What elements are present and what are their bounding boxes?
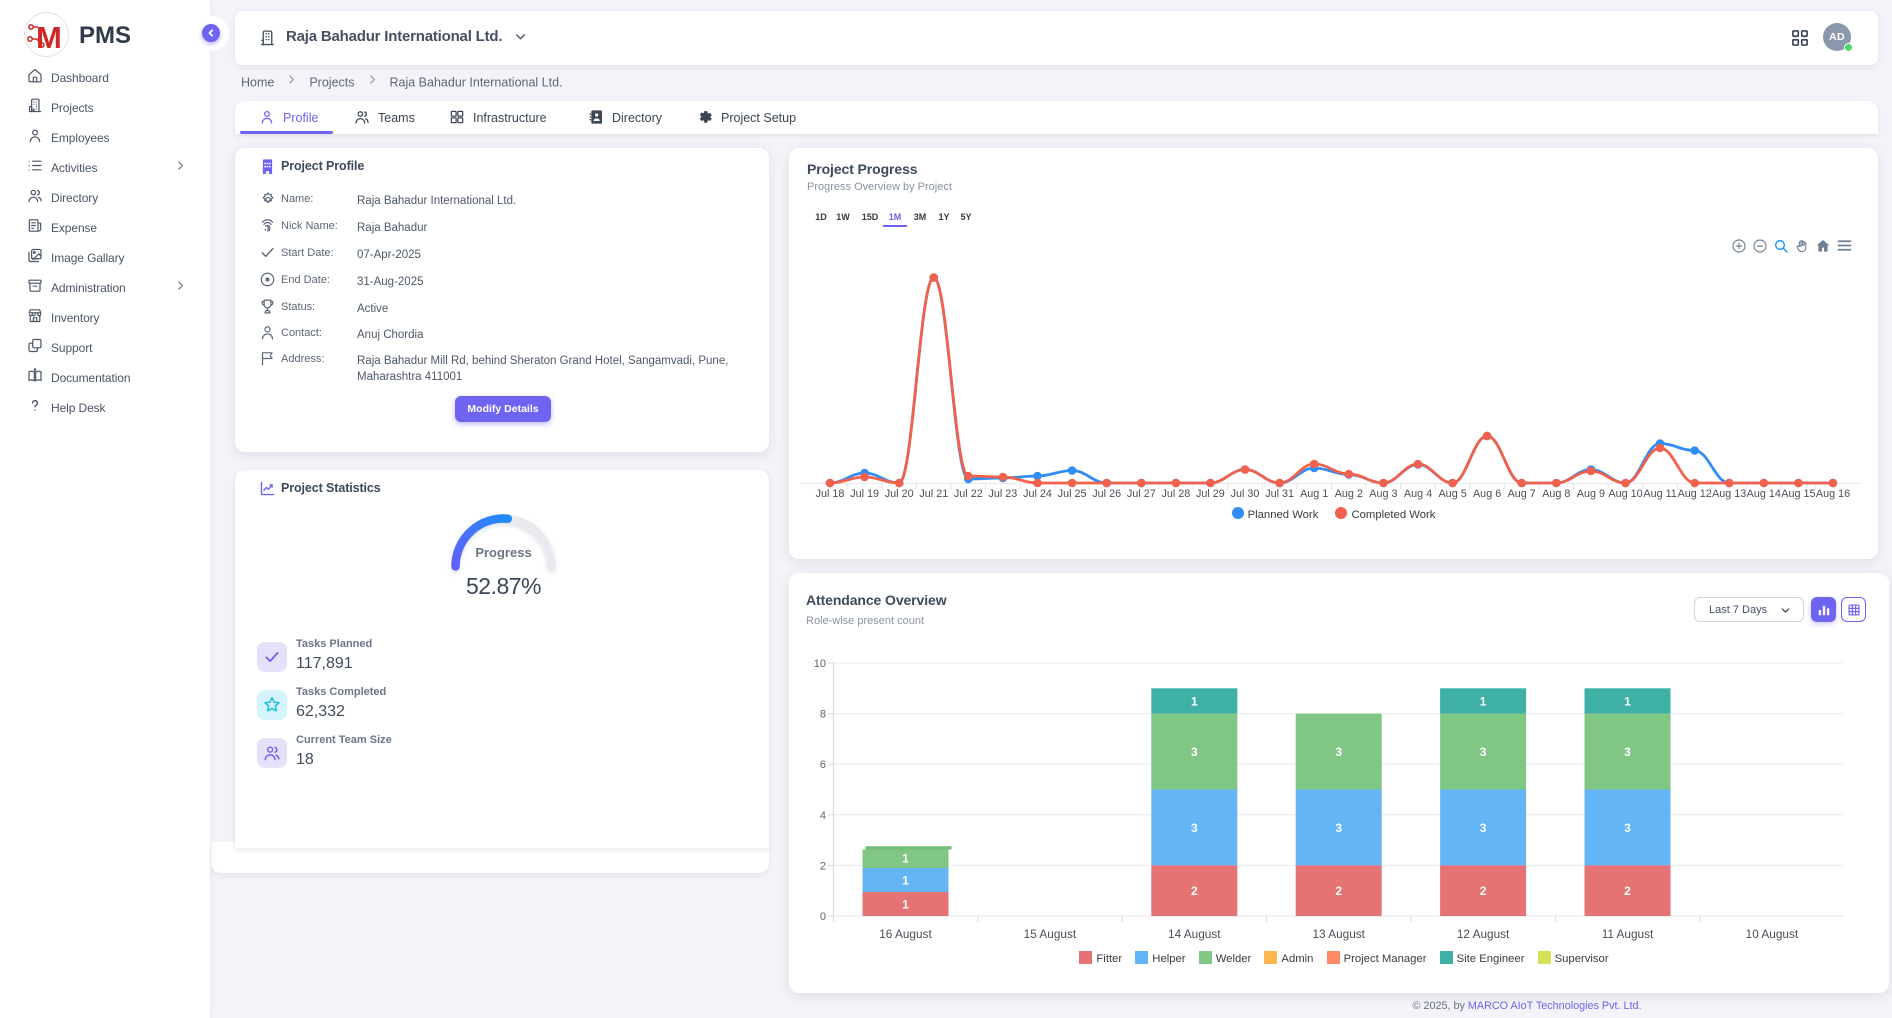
svg-text:14 August: 14 August — [1168, 927, 1221, 941]
svg-text:11 August: 11 August — [1602, 927, 1654, 941]
svg-text:Aug 6: Aug 6 — [1473, 488, 1501, 500]
svg-text:Jul 20: Jul 20 — [885, 488, 914, 500]
svg-text:6: 6 — [820, 759, 826, 771]
svg-text:0: 0 — [820, 911, 826, 923]
svg-text:10 August: 10 August — [1746, 927, 1799, 941]
svg-text:Aug 2: Aug 2 — [1335, 488, 1363, 500]
svg-text:Aug 13: Aug 13 — [1712, 488, 1746, 500]
svg-text:3: 3 — [1480, 821, 1487, 835]
svg-text:2: 2 — [1480, 884, 1487, 898]
svg-text:Jul 23: Jul 23 — [988, 488, 1017, 500]
svg-text:1: 1 — [902, 874, 909, 888]
svg-text:10: 10 — [814, 658, 826, 670]
svg-text:Jul 21: Jul 21 — [919, 488, 948, 500]
svg-text:Aug 14: Aug 14 — [1747, 488, 1781, 500]
svg-text:Jul 30: Jul 30 — [1231, 488, 1260, 500]
svg-text:3: 3 — [1335, 745, 1342, 759]
svg-text:Aug 4: Aug 4 — [1404, 488, 1432, 500]
svg-text:Jul 24: Jul 24 — [1023, 488, 1052, 500]
svg-text:Jul 29: Jul 29 — [1196, 488, 1225, 500]
svg-text:3: 3 — [1624, 745, 1631, 759]
svg-text:4: 4 — [820, 810, 826, 822]
svg-text:Aug 9: Aug 9 — [1577, 488, 1605, 500]
svg-text:Jul 27: Jul 27 — [1127, 488, 1156, 500]
svg-text:1: 1 — [1191, 694, 1198, 708]
svg-text:13 August: 13 August — [1312, 927, 1365, 941]
svg-text:3: 3 — [1191, 745, 1198, 759]
svg-text:12 August: 12 August — [1457, 927, 1510, 941]
svg-text:Aug 5: Aug 5 — [1438, 488, 1466, 500]
svg-text:3: 3 — [1480, 745, 1487, 759]
svg-text:M: M — [36, 20, 62, 54]
svg-text:3: 3 — [1335, 821, 1342, 835]
svg-text:Aug 11: Aug 11 — [1643, 488, 1676, 500]
svg-text:16 August: 16 August — [879, 927, 932, 941]
svg-text:Aug 12: Aug 12 — [1678, 488, 1712, 500]
svg-text:Jul 18: Jul 18 — [816, 488, 845, 500]
svg-text:Aug 7: Aug 7 — [1508, 488, 1536, 500]
svg-text:Jul 22: Jul 22 — [954, 488, 983, 500]
svg-text:2: 2 — [1624, 884, 1631, 898]
svg-text:Jul 28: Jul 28 — [1161, 488, 1190, 500]
svg-text:Jul 19: Jul 19 — [850, 488, 879, 500]
svg-text:1: 1 — [1480, 694, 1487, 708]
svg-text:15 August: 15 August — [1024, 927, 1077, 941]
svg-text:Jul 25: Jul 25 — [1058, 488, 1087, 500]
svg-text:1: 1 — [902, 898, 909, 912]
svg-text:2: 2 — [820, 860, 826, 872]
svg-text:8: 8 — [820, 709, 826, 721]
svg-text:Jul 26: Jul 26 — [1092, 488, 1121, 500]
svg-text:3: 3 — [1191, 821, 1198, 835]
svg-text:Jul 31: Jul 31 — [1265, 488, 1294, 500]
svg-text:Aug 10: Aug 10 — [1608, 488, 1642, 500]
svg-text:3: 3 — [1624, 821, 1631, 835]
svg-text:Aug 15: Aug 15 — [1781, 488, 1815, 500]
svg-text:Aug 1: Aug 1 — [1300, 488, 1328, 500]
svg-text:2: 2 — [1191, 884, 1198, 898]
svg-text:Aug 3: Aug 3 — [1369, 488, 1397, 500]
svg-text:Aug 8: Aug 8 — [1542, 488, 1570, 500]
svg-text:1: 1 — [902, 852, 909, 866]
svg-text:1: 1 — [1624, 694, 1631, 708]
svg-text:Aug 16: Aug 16 — [1816, 488, 1850, 500]
svg-text:2: 2 — [1335, 884, 1342, 898]
